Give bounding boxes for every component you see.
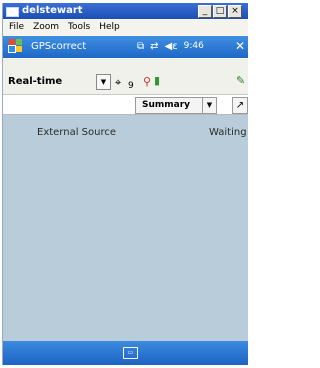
bottom-bar: ▭ (3, 341, 248, 365)
device-window: delstewart _ □ × File Zoom Tools Help GP… (2, 3, 248, 365)
antenna-icon[interactable]: ⚲ (143, 75, 151, 89)
menu-bar: File Zoom Tools Help (3, 20, 248, 35)
title-bar: delstewart _ □ × (3, 3, 248, 19)
tools-icon[interactable]: ↗ (232, 97, 248, 114)
external-source-label: External Source (37, 127, 117, 138)
maximize-button[interactable]: □ (213, 5, 227, 18)
pen-icon[interactable]: ✎ (236, 74, 245, 88)
toolbar: Real-time ▼ ⌖ 9 ⚲ ▮ ✎ (3, 59, 248, 95)
menu-zoom[interactable]: Zoom (33, 20, 59, 35)
sync-icon: ⇄ (150, 41, 159, 52)
mode-label: Real-time (8, 76, 63, 87)
status-icons: ⧉ ⇄ ◀ɛ 9:46 (137, 39, 204, 54)
menu-help[interactable]: Help (99, 20, 120, 35)
mode-dropdown[interactable]: Real-time ▼ (6, 73, 111, 90)
app-header: GPScorrect ⧉ ⇄ ◀ɛ 9:46 ✕ (3, 36, 248, 58)
minimize-button[interactable]: _ (198, 5, 212, 18)
start-menu-icon[interactable] (8, 39, 24, 54)
close-button[interactable]: × (228, 5, 242, 18)
chevron-down-icon[interactable]: ▼ (96, 74, 111, 90)
keyboard-icon[interactable]: ▭ (123, 347, 138, 359)
summary-panel: External Source Waiting (3, 115, 248, 341)
close-icon[interactable]: ✕ (235, 39, 245, 54)
view-selector-row: Summary ▼ ↗ (3, 95, 248, 115)
menu-tools[interactable]: Tools (68, 20, 90, 35)
battery-icon: ▮ (154, 74, 161, 87)
app-title: GPScorrect (31, 41, 87, 52)
window-controls: _ □ × (198, 5, 242, 18)
window-title: delstewart (22, 5, 83, 16)
copy-icon: ⧉ (137, 41, 145, 52)
clock[interactable]: 9:46 (184, 39, 204, 54)
chevron-down-icon[interactable]: ▼ (202, 98, 216, 113)
view-dropdown[interactable]: Summary ▼ (135, 97, 217, 114)
speaker-icon: ◀ɛ (164, 41, 178, 52)
satellite-icon[interactable]: ⌖ (115, 76, 121, 90)
view-dropdown-label: Summary (142, 100, 191, 110)
menu-file[interactable]: File (9, 20, 24, 35)
satellite-count: 9 (128, 81, 134, 91)
window-icon (6, 7, 19, 17)
external-source-status: Waiting (209, 127, 247, 138)
